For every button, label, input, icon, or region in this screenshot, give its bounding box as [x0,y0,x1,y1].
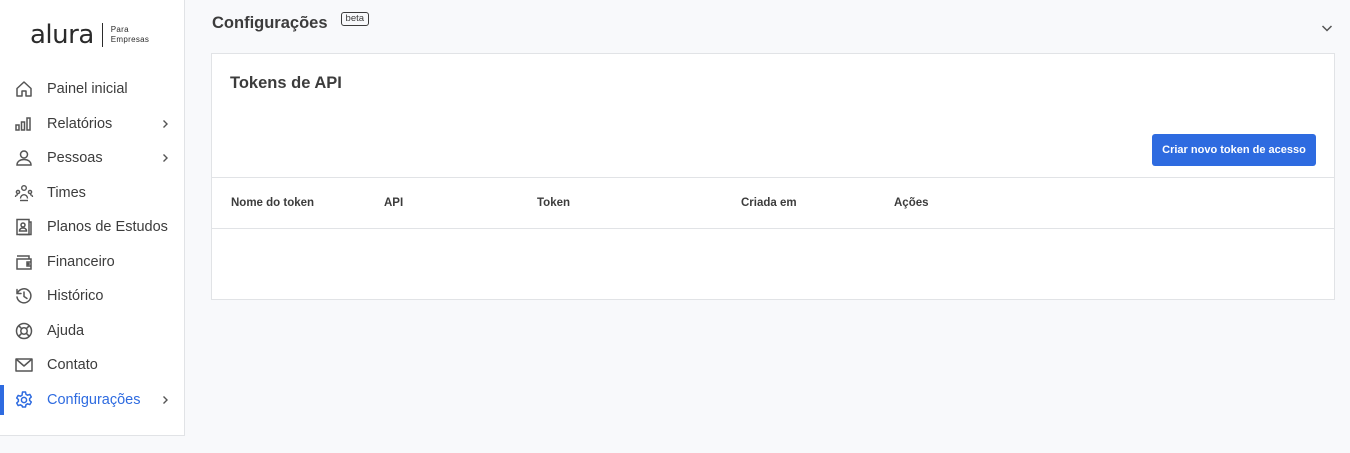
sidebar: alura Para Empresas Painel inicial Relat… [0,0,185,436]
history-icon [14,286,34,306]
alura-logo[interactable]: alura Para Empresas [30,18,149,52]
sidebar-item-label: Pessoas [47,150,103,167]
column-header-actions: Ações [894,197,929,209]
sidebar-item-financeiro[interactable]: Financeiro [0,245,184,280]
sidebar-item-label: Relatórios [47,115,113,132]
team-icon [14,183,34,203]
sidebar-item-label: Painel inicial [47,81,128,98]
logo-subtitle: Para Empresas [111,25,149,45]
sidebar-item-historico[interactable]: Histórico [0,279,184,314]
create-token-button[interactable]: Criar novo token de acesso [1152,134,1316,166]
home-icon [14,79,34,99]
study-plan-icon [14,217,34,237]
person-icon [14,148,34,168]
chevron-down-icon[interactable] [1320,21,1334,35]
sidebar-item-label: Financeiro [47,253,115,270]
logo-subtitle-line1: Para [110,25,129,34]
table-body [212,229,1334,299]
sidebar-item-painel-inicial[interactable]: Painel inicial [0,72,184,107]
page-title: Configurações [212,14,328,32]
logo-subtitle-line2: Empresas [110,35,150,44]
mail-icon [14,355,34,375]
column-header-token-name: Nome do token [231,197,315,209]
lifebuoy-icon [14,321,34,341]
sidebar-item-pessoas[interactable]: Pessoas [0,141,184,176]
sidebar-item-label: Contato [47,357,98,374]
sidebar-item-label: Planos de Estudos [47,219,168,236]
chevron-right-icon [163,154,168,163]
column-header-token: Token [537,197,571,209]
sidebar-item-ajuda[interactable]: Ajuda [0,314,184,349]
chevron-right-icon [163,119,168,128]
sidebar-item-label: Histórico [47,288,104,305]
sidebar-item-times[interactable]: Times [0,176,184,211]
sidebar-nav: Painel inicial Relatórios Pessoas Times [0,72,184,417]
column-header-api: API [384,197,404,209]
bar-chart-icon [14,114,34,134]
table-header: Nome do token API Token Criada em Ações [212,178,1334,229]
gear-icon [14,390,34,410]
sidebar-item-label: Configurações [47,391,141,408]
wallet-icon [14,252,34,272]
beta-badge: beta [340,11,370,26]
sidebar-item-contato[interactable]: Contato [0,348,184,383]
sidebar-item-configuracoes[interactable]: Configurações [0,383,184,418]
sidebar-item-planos-de-estudos[interactable]: Planos de Estudos [0,210,184,245]
sidebar-item-label: Ajuda [47,322,85,339]
sidebar-item-relatorios[interactable]: Relatórios [0,107,184,142]
card-title: Tokens de API [230,74,342,92]
api-tokens-card: Tokens de API Criar novo token de acesso… [211,53,1335,300]
tokens-table: Nome do token API Token Criada em Ações [212,177,1334,299]
column-header-created-at: Criada em [741,197,797,209]
logo-wordmark: alura [30,20,94,50]
chevron-right-icon [163,395,168,404]
page-header: Configurações beta [212,11,370,33]
logo-divider [101,23,103,47]
sidebar-item-label: Times [47,184,86,201]
